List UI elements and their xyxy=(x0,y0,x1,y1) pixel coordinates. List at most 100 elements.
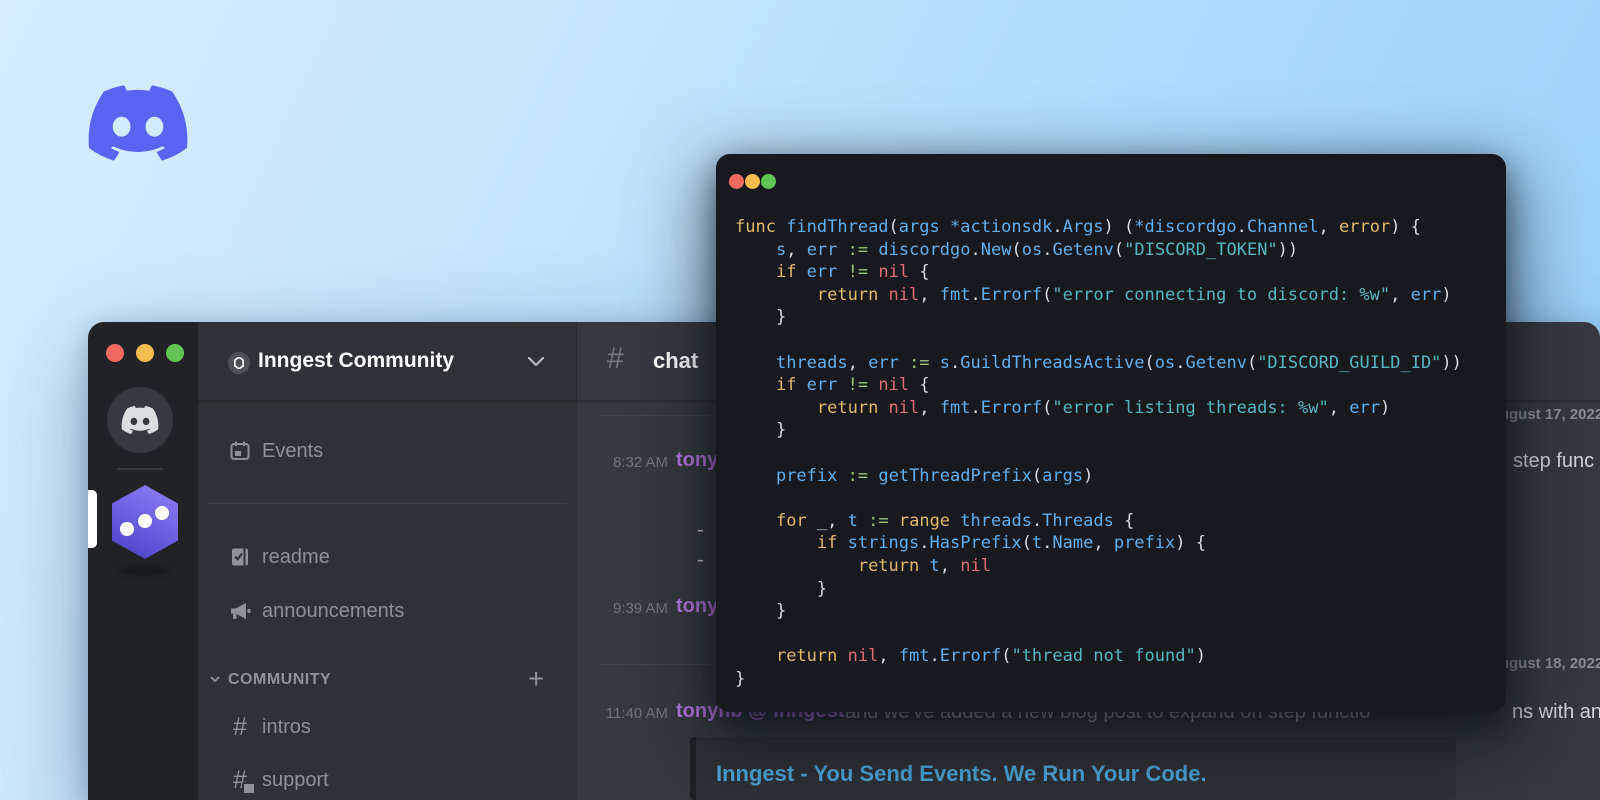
code-token: Threads xyxy=(1042,510,1114,531)
code-token: nil xyxy=(878,375,910,396)
code-token: os xyxy=(1154,352,1176,373)
code-token: , xyxy=(1093,533,1114,554)
code-line: s, err := discordgo.New(os.Getenv("DISCO… xyxy=(735,239,1462,262)
channel-item-intros[interactable]: # intros xyxy=(198,713,577,741)
sidebar-item-events[interactable]: Events xyxy=(198,437,577,465)
discord-home-button[interactable] xyxy=(107,387,173,453)
channel-item-support[interactable]: # support xyxy=(198,766,577,795)
minimize-button[interactable] xyxy=(745,174,760,189)
chevron-down-small-icon xyxy=(210,676,220,682)
sidebar-item-label: Events xyxy=(262,439,324,462)
code-token: if xyxy=(775,375,807,396)
code-token: Name xyxy=(1052,533,1094,554)
channel-label: support xyxy=(262,768,329,791)
code-token: "thread not found" xyxy=(1011,646,1196,667)
code-token: . xyxy=(1236,217,1247,237)
server-icon-shadow xyxy=(116,566,172,576)
channel-item-announcements[interactable]: announcements xyxy=(198,597,577,625)
code-token: , xyxy=(847,352,869,373)
code-token: "error listing threads: %w" xyxy=(1052,397,1329,418)
code-line: return t, nil xyxy=(735,555,1462,578)
discord-logo xyxy=(84,80,192,166)
code-token: ) xyxy=(1195,646,1206,667)
code-token: } xyxy=(735,601,787,622)
code-token: )) xyxy=(1277,239,1299,260)
code-token: , xyxy=(1390,284,1411,305)
code-token: . xyxy=(919,533,930,554)
code-line: if err != nil { xyxy=(735,374,1462,397)
code-token: err xyxy=(806,239,838,260)
code-token: { xyxy=(909,375,930,396)
code-token: fmt xyxy=(939,284,971,305)
code-token: } xyxy=(735,420,787,441)
code-token: threads xyxy=(775,352,848,373)
channel-title: chat xyxy=(653,348,699,373)
hash-bubble-icon: # xyxy=(227,767,256,795)
code-token: return xyxy=(857,555,930,576)
channel-label: readme xyxy=(262,545,330,568)
channel-item-readme[interactable]: readme xyxy=(198,543,577,571)
close-button[interactable] xyxy=(729,174,744,189)
server-header[interactable]: Inngest Community xyxy=(198,322,577,401)
code-token: err xyxy=(1410,284,1442,305)
code-token: t xyxy=(929,555,940,576)
rail-divider xyxy=(117,468,163,470)
code-token: nil xyxy=(888,397,920,418)
minimize-button[interactable] xyxy=(136,344,154,362)
message-timestamp: 9:39 AM xyxy=(612,600,668,617)
chevron-down-icon[interactable] xyxy=(528,357,544,366)
discord-home-icon xyxy=(121,405,159,434)
code-line: return nil, fmt.Errorf("thread not found… xyxy=(735,645,1462,668)
code-token: := xyxy=(847,239,869,260)
code-line: return nil, fmt.Errorf("error connecting… xyxy=(735,284,1462,307)
category-community[interactable]: COMMUNITY + xyxy=(198,663,577,695)
book-check-icon xyxy=(227,544,253,570)
code-token: ( xyxy=(1144,352,1155,373)
server-rail xyxy=(88,322,198,800)
code-token: os xyxy=(1021,239,1043,260)
code-token: for xyxy=(775,510,817,531)
code-token: , xyxy=(919,284,940,305)
code-token: ( xyxy=(1011,239,1022,260)
code-token: return xyxy=(775,646,848,667)
code-token: { xyxy=(909,262,930,283)
code-token: strings xyxy=(847,533,920,554)
link-embed-card: Inngest - You Send Events. We Run Your C… xyxy=(690,737,1456,800)
code-token: return xyxy=(816,284,889,305)
scene: Inngest Community Events readme announce… xyxy=(0,0,1600,800)
code-token: nil xyxy=(888,284,920,305)
code-token: := xyxy=(847,465,869,486)
code-line: return nil, fmt.Errorf("error listing th… xyxy=(735,397,1462,420)
code-token: ( xyxy=(1001,646,1012,667)
code-line: } xyxy=(735,306,1462,329)
code-token: . xyxy=(1031,510,1043,531)
add-channel-button[interactable]: + xyxy=(528,663,544,695)
code-token: threads xyxy=(960,510,1032,531)
inngest-server-icon[interactable] xyxy=(112,485,178,559)
code-token: err xyxy=(1349,397,1380,418)
code-token: return xyxy=(816,397,889,418)
close-button[interactable] xyxy=(106,344,124,362)
code-token: } xyxy=(735,578,828,599)
code-token: . xyxy=(1175,352,1186,373)
sidebar-divider xyxy=(208,503,566,504)
message-timestamp: 8:32 AM xyxy=(612,454,668,471)
code-token: ( xyxy=(1246,352,1258,373)
message-bullet: - xyxy=(697,519,704,541)
code-token: error xyxy=(1339,217,1391,237)
code-token: != xyxy=(847,375,869,396)
embed-title-link[interactable]: Inngest - You Send Events. We Run Your C… xyxy=(716,761,1207,787)
code-token: _, xyxy=(816,510,848,531)
zoom-button[interactable] xyxy=(166,344,184,362)
hash-icon: # xyxy=(233,712,247,741)
zoom-button[interactable] xyxy=(761,174,776,189)
